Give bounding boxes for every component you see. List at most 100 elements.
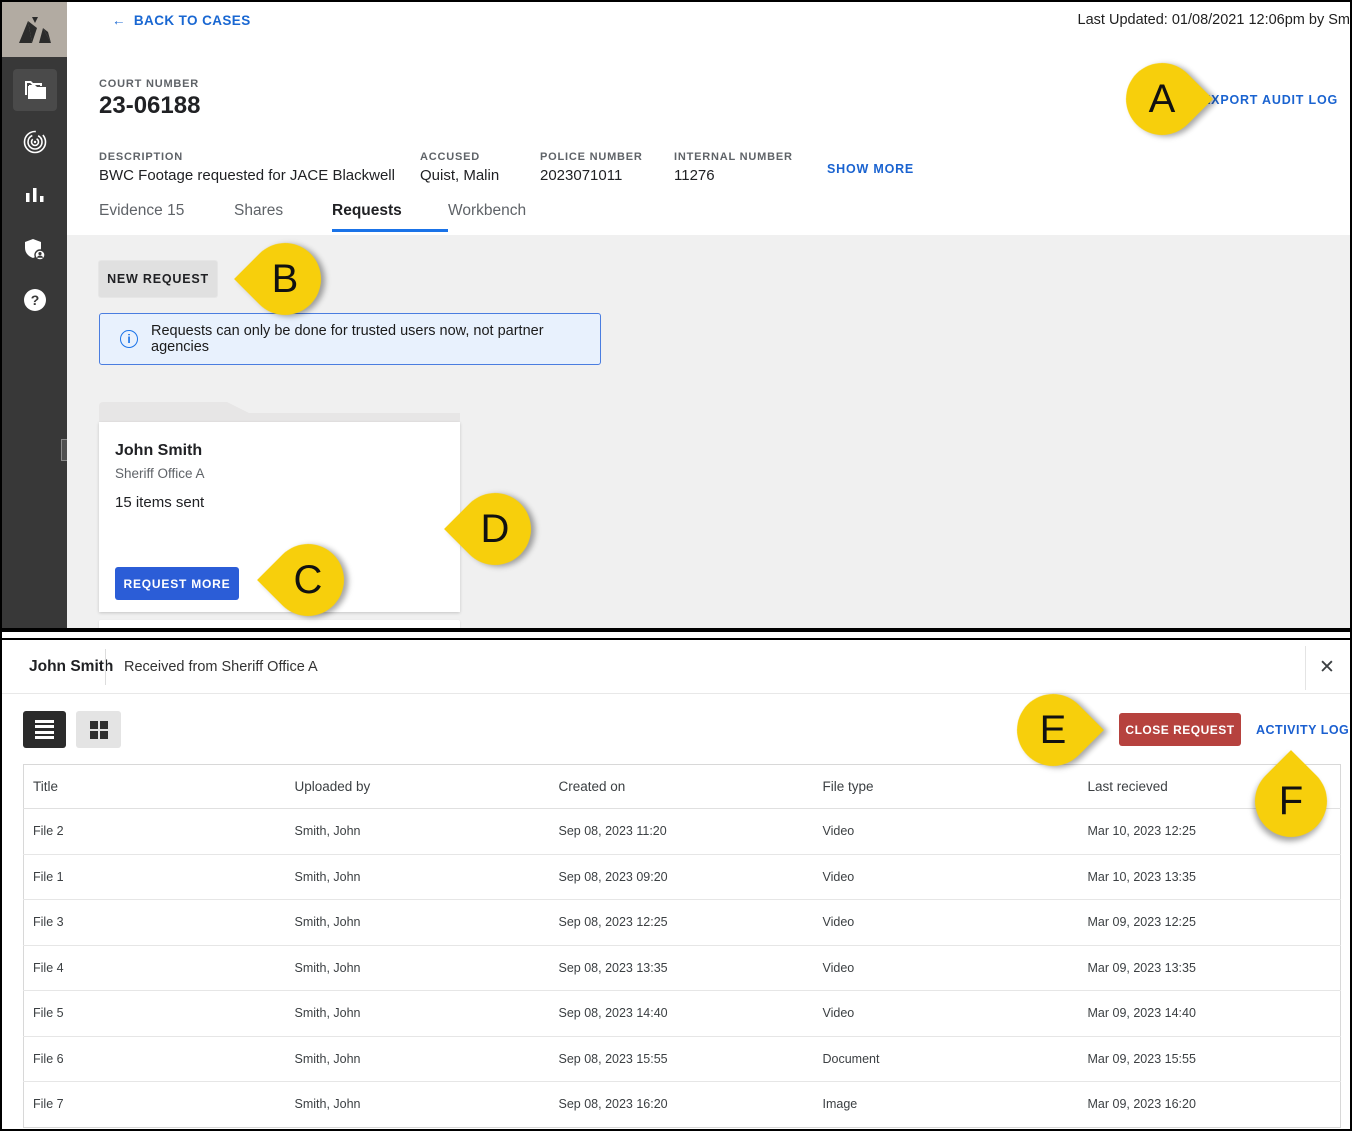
back-to-cases-label: BACK TO CASES: [134, 13, 251, 28]
bar-chart-icon: [24, 185, 46, 205]
request-card-items-sent: 15 items sent: [115, 494, 204, 511]
tab-workbench[interactable]: Workbench: [448, 202, 548, 232]
sidebar-item-search[interactable]: [2, 124, 67, 160]
field-value: BWC Footage requested for JACE Blackwell: [99, 167, 420, 184]
screenshot-root: ? › ← BACK TO CASES Last Updated: 01/08/…: [0, 0, 1352, 1131]
info-icon: i: [120, 330, 138, 348]
info-banner: i Requests can only be done for trusted …: [99, 313, 601, 365]
table-cell: Video: [814, 809, 1079, 855]
field-label: INTERNAL NUMBER: [674, 151, 827, 163]
folder-icon: [23, 80, 47, 100]
table-cell: File 1: [24, 854, 286, 900]
table-cell: Mar 09, 2023 15:55: [1079, 1036, 1341, 1082]
case-fields-row: DESCRIPTION BWC Footage requested for JA…: [99, 151, 914, 184]
list-view-icon: [35, 720, 54, 740]
column-header: File type: [814, 765, 1079, 809]
request-card[interactable]: John Smith Sheriff Office A 15 items sen…: [99, 402, 460, 612]
requests-tab-content: NEW REQUEST i Requests can only be done …: [67, 235, 1350, 628]
info-banner-text: Requests can only be done for trusted us…: [151, 323, 600, 355]
next-card-edge: [99, 620, 460, 628]
table-cell: Mar 09, 2023 12:25: [1079, 900, 1341, 946]
column-header: Created on: [550, 765, 814, 809]
table-cell: File 6: [24, 1036, 286, 1082]
tab-evidence[interactable]: Evidence 15: [99, 202, 234, 232]
table-cell: Smith, John: [286, 991, 550, 1037]
field-label: POLICE NUMBER: [540, 151, 674, 163]
table-cell: Smith, John: [286, 945, 550, 991]
table-cell: Smith, John: [286, 1036, 550, 1082]
table-cell: Smith, John: [286, 854, 550, 900]
shield-user-icon: [22, 237, 48, 263]
table-cell: Sep 08, 2023 13:35: [550, 945, 814, 991]
table-row[interactable]: File 5Smith, JohnSep 08, 2023 14:40Video…: [24, 991, 1341, 1037]
activity-log-link[interactable]: ACTIVITY LOG: [1256, 723, 1349, 737]
field-accused: ACCUSED Quist, Malin: [420, 151, 540, 184]
table-cell: Video: [814, 854, 1079, 900]
court-number-label: COURT NUMBER: [99, 78, 199, 90]
table-cell: File 7: [24, 1082, 286, 1128]
sidebar-item-help[interactable]: ?: [2, 285, 67, 315]
case-detail-panel: ? › ← BACK TO CASES Last Updated: 01/08/…: [2, 2, 1350, 628]
table-row[interactable]: File 1Smith, JohnSep 08, 2023 09:20Video…: [24, 854, 1341, 900]
court-number-value: 23-06188: [99, 92, 200, 120]
table-row[interactable]: File 4Smith, JohnSep 08, 2023 13:35Video…: [24, 945, 1341, 991]
received-files-table: TitleUploaded byCreated onFile typeLast …: [23, 764, 1341, 1128]
table-cell: Video: [814, 991, 1079, 1037]
export-audit-log-link[interactable]: EXPORT AUDIT LOG: [1202, 93, 1338, 107]
field-value: 11276: [674, 167, 827, 184]
column-header: Title: [24, 765, 286, 809]
grid-view-toggle[interactable]: [76, 711, 121, 748]
back-to-cases-link[interactable]: ← BACK TO CASES: [112, 13, 251, 28]
case-tabs: Evidence 15 Shares Requests Workbench: [99, 202, 548, 232]
new-request-button[interactable]: NEW REQUEST: [99, 261, 217, 297]
table-row[interactable]: File 7Smith, JohnSep 08, 2023 16:20Image…: [24, 1082, 1341, 1128]
table-row[interactable]: File 2Smith, JohnSep 08, 2023 11:20Video…: [24, 809, 1341, 855]
table-cell: File 3: [24, 900, 286, 946]
table-cell: Sep 08, 2023 14:40: [550, 991, 814, 1037]
table-cell: Mar 09, 2023 13:35: [1079, 945, 1341, 991]
app-sidebar: ?: [2, 2, 67, 628]
table-cell: Smith, John: [286, 1082, 550, 1128]
close-request-button[interactable]: CLOSE REQUEST: [1119, 713, 1241, 746]
table-cell: Sep 08, 2023 09:20: [550, 854, 814, 900]
back-arrow-icon: ←: [112, 13, 126, 28]
request-more-button[interactable]: REQUEST MORE: [115, 567, 239, 600]
table-row[interactable]: File 6Smith, JohnSep 08, 2023 15:55Docum…: [24, 1036, 1341, 1082]
table-cell: Sep 08, 2023 15:55: [550, 1036, 814, 1082]
table-cell: Document: [814, 1036, 1079, 1082]
table-header-row: TitleUploaded byCreated onFile typeLast …: [24, 765, 1341, 809]
column-header: Uploaded by: [286, 765, 550, 809]
list-view-toggle[interactable]: [23, 711, 66, 748]
request-card-body: John Smith Sheriff Office A 15 items sen…: [99, 422, 460, 612]
table-cell: Mar 10, 2023 12:25: [1079, 809, 1341, 855]
last-updated-text: Last Updated: 01/08/2021 12:06pm by Sm: [1078, 12, 1350, 28]
table-cell: Video: [814, 945, 1079, 991]
tab-shares[interactable]: Shares: [234, 202, 332, 232]
axon-logo-icon: [18, 17, 52, 43]
table-cell: File 5: [24, 991, 286, 1037]
table-cell: Mar 10, 2023 13:35: [1079, 854, 1341, 900]
table-cell: Mar 09, 2023 16:20: [1079, 1082, 1341, 1128]
field-police-number: POLICE NUMBER 2023071011: [540, 151, 674, 184]
close-icon[interactable]: ✕: [1314, 654, 1340, 680]
table-cell: Smith, John: [286, 809, 550, 855]
request-card-agency: Sheriff Office A: [115, 466, 205, 481]
sidebar-item-cases[interactable]: [13, 69, 57, 111]
table-cell: Sep 08, 2023 12:25: [550, 900, 814, 946]
app-logo[interactable]: [2, 2, 67, 57]
sidebar-item-security[interactable]: [2, 234, 67, 266]
show-more-link[interactable]: SHOW MORE: [827, 162, 914, 184]
table-cell: Mar 09, 2023 14:40: [1079, 991, 1341, 1037]
column-header: Last recieved: [1079, 765, 1341, 809]
table-row[interactable]: File 3Smith, JohnSep 08, 2023 12:25Video…: [24, 900, 1341, 946]
tab-requests[interactable]: Requests: [332, 202, 448, 232]
header-right-divider: [1305, 646, 1306, 690]
table-body: File 2Smith, JohnSep 08, 2023 11:20Video…: [24, 809, 1341, 1128]
table-cell: Image: [814, 1082, 1079, 1128]
field-description: DESCRIPTION BWC Footage requested for JA…: [99, 151, 420, 184]
table-cell: Video: [814, 900, 1079, 946]
grid-view-icon: [90, 721, 108, 739]
table-cell: Smith, John: [286, 900, 550, 946]
field-value: Quist, Malin: [420, 167, 540, 184]
sidebar-item-analytics[interactable]: [2, 180, 67, 210]
